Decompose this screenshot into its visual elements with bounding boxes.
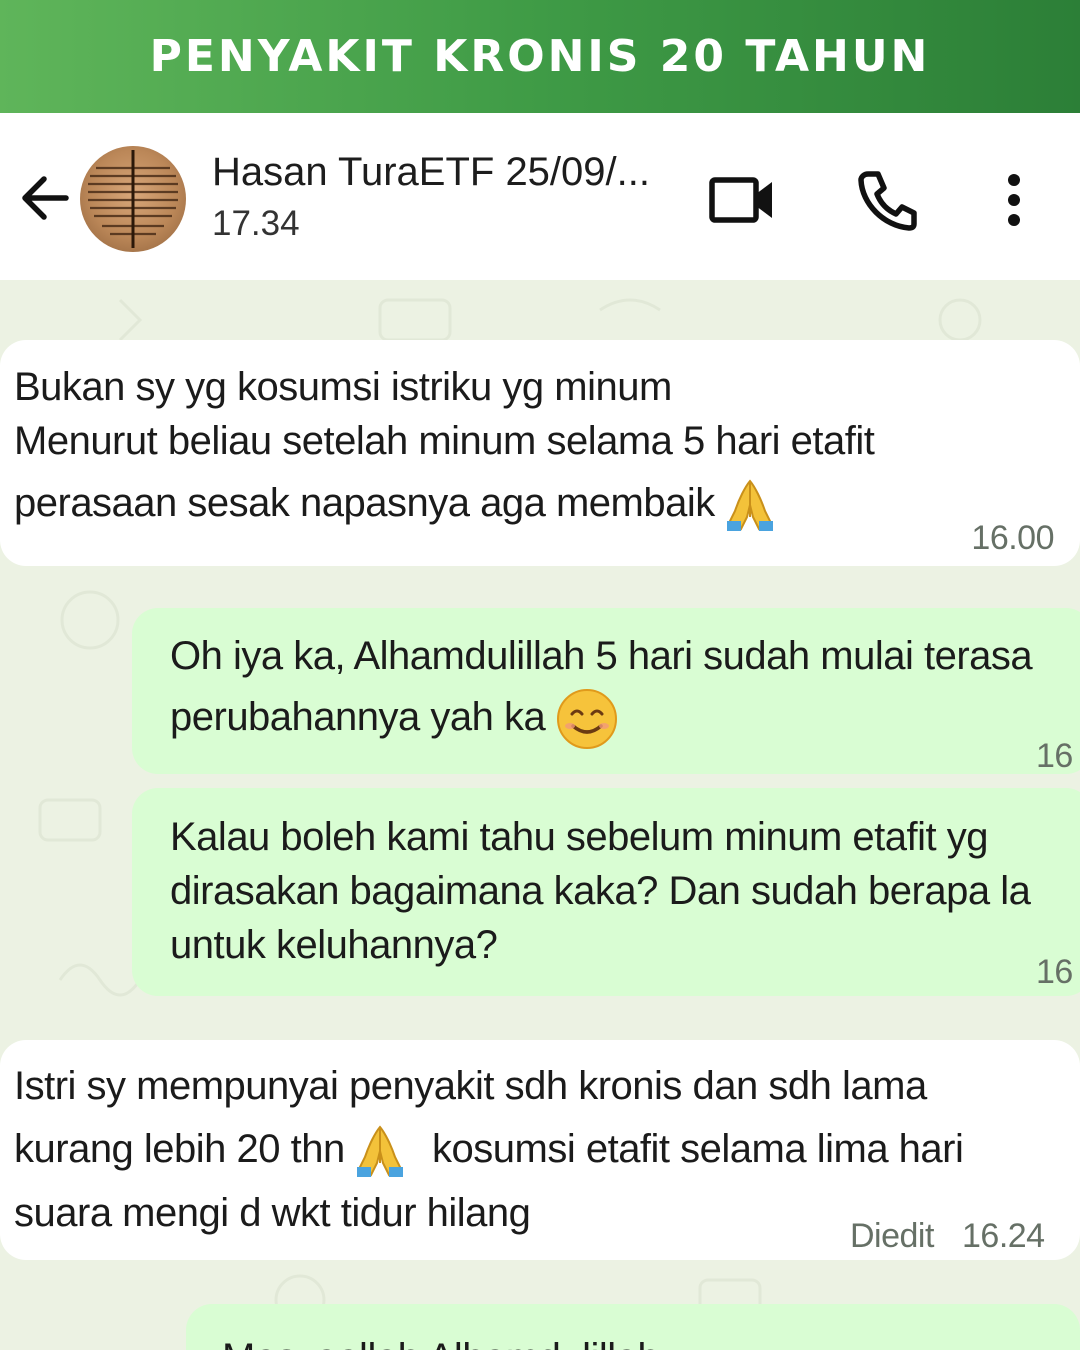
message-time: 16.24 xyxy=(962,1217,1045,1255)
message-text-line: kurang lebih 20 thn xyxy=(14,1127,345,1171)
arrow-back-icon[interactable] xyxy=(18,168,72,228)
message-time: 16 xyxy=(1036,953,1073,991)
more-vert-icon[interactable] xyxy=(996,170,1032,230)
message-text-line: kosumsi etafit selama lima hari xyxy=(432,1127,964,1171)
smiling-face-emoji xyxy=(556,689,617,750)
message-bubble-incoming[interactable]: Istri sy mempunyai penyakit sdh kronis d… xyxy=(0,1040,1080,1260)
message-text-line: perubahannya yah ka xyxy=(170,695,546,739)
message-time: 16.00 xyxy=(971,519,1054,557)
banner: PENYAKIT KRONIS 20 TAHUN xyxy=(0,0,1080,113)
message-text-line: untuk keluhannya? xyxy=(170,923,498,967)
edited-label: Diedit xyxy=(850,1217,934,1255)
folded-hands-emoji xyxy=(357,1125,404,1178)
message-text-line: Oh iya ka, Alhamdulillah 5 hari sudah mu… xyxy=(170,634,1033,678)
message-text-line: Istri sy mempunyai penyakit sdh kronis d… xyxy=(14,1064,927,1108)
avatar[interactable] xyxy=(80,146,186,252)
message-bubble-outgoing[interactable]: Kalau boleh kami tahu sebelum minum etaf… xyxy=(132,788,1080,996)
contact-name[interactable]: Hasan TuraETF 25/09/... xyxy=(212,150,650,195)
last-seen-time: 17.34 xyxy=(212,204,300,243)
phone-icon[interactable] xyxy=(856,168,920,232)
video-call-icon[interactable] xyxy=(708,170,778,228)
message-text-line: Menurut beliau setelah minum selama 5 ha… xyxy=(14,419,875,463)
message-text-line: dirasakan bagaimana kaka? Dan sudah bera… xyxy=(170,869,1031,913)
message-text-line: Kalau boleh kami tahu sebelum minum etaf… xyxy=(170,815,988,859)
message-text-line: suara mengi d wkt tidur hilang xyxy=(14,1191,531,1235)
message-text-line: Masyaallah Alhamdulillah xyxy=(222,1330,660,1350)
message-bubble-outgoing[interactable]: Masyaallah Alhamdulillah xyxy=(186,1304,1080,1350)
message-text-line: perasaan sesak napasnya aga membaik xyxy=(14,481,715,525)
message-time: 16 xyxy=(1036,737,1073,775)
message-bubble-incoming[interactable]: Bukan sy yg kosumsi istriku yg minum Men… xyxy=(0,340,1080,566)
banner-title: PENYAKIT KRONIS 20 TAHUN xyxy=(149,31,931,82)
folded-hands-emoji xyxy=(727,479,774,532)
message-text-line: Bukan sy yg kosumsi istriku yg minum xyxy=(14,365,672,409)
message-bubble-outgoing[interactable]: Oh iya ka, Alhamdulillah 5 hari sudah mu… xyxy=(132,608,1080,775)
